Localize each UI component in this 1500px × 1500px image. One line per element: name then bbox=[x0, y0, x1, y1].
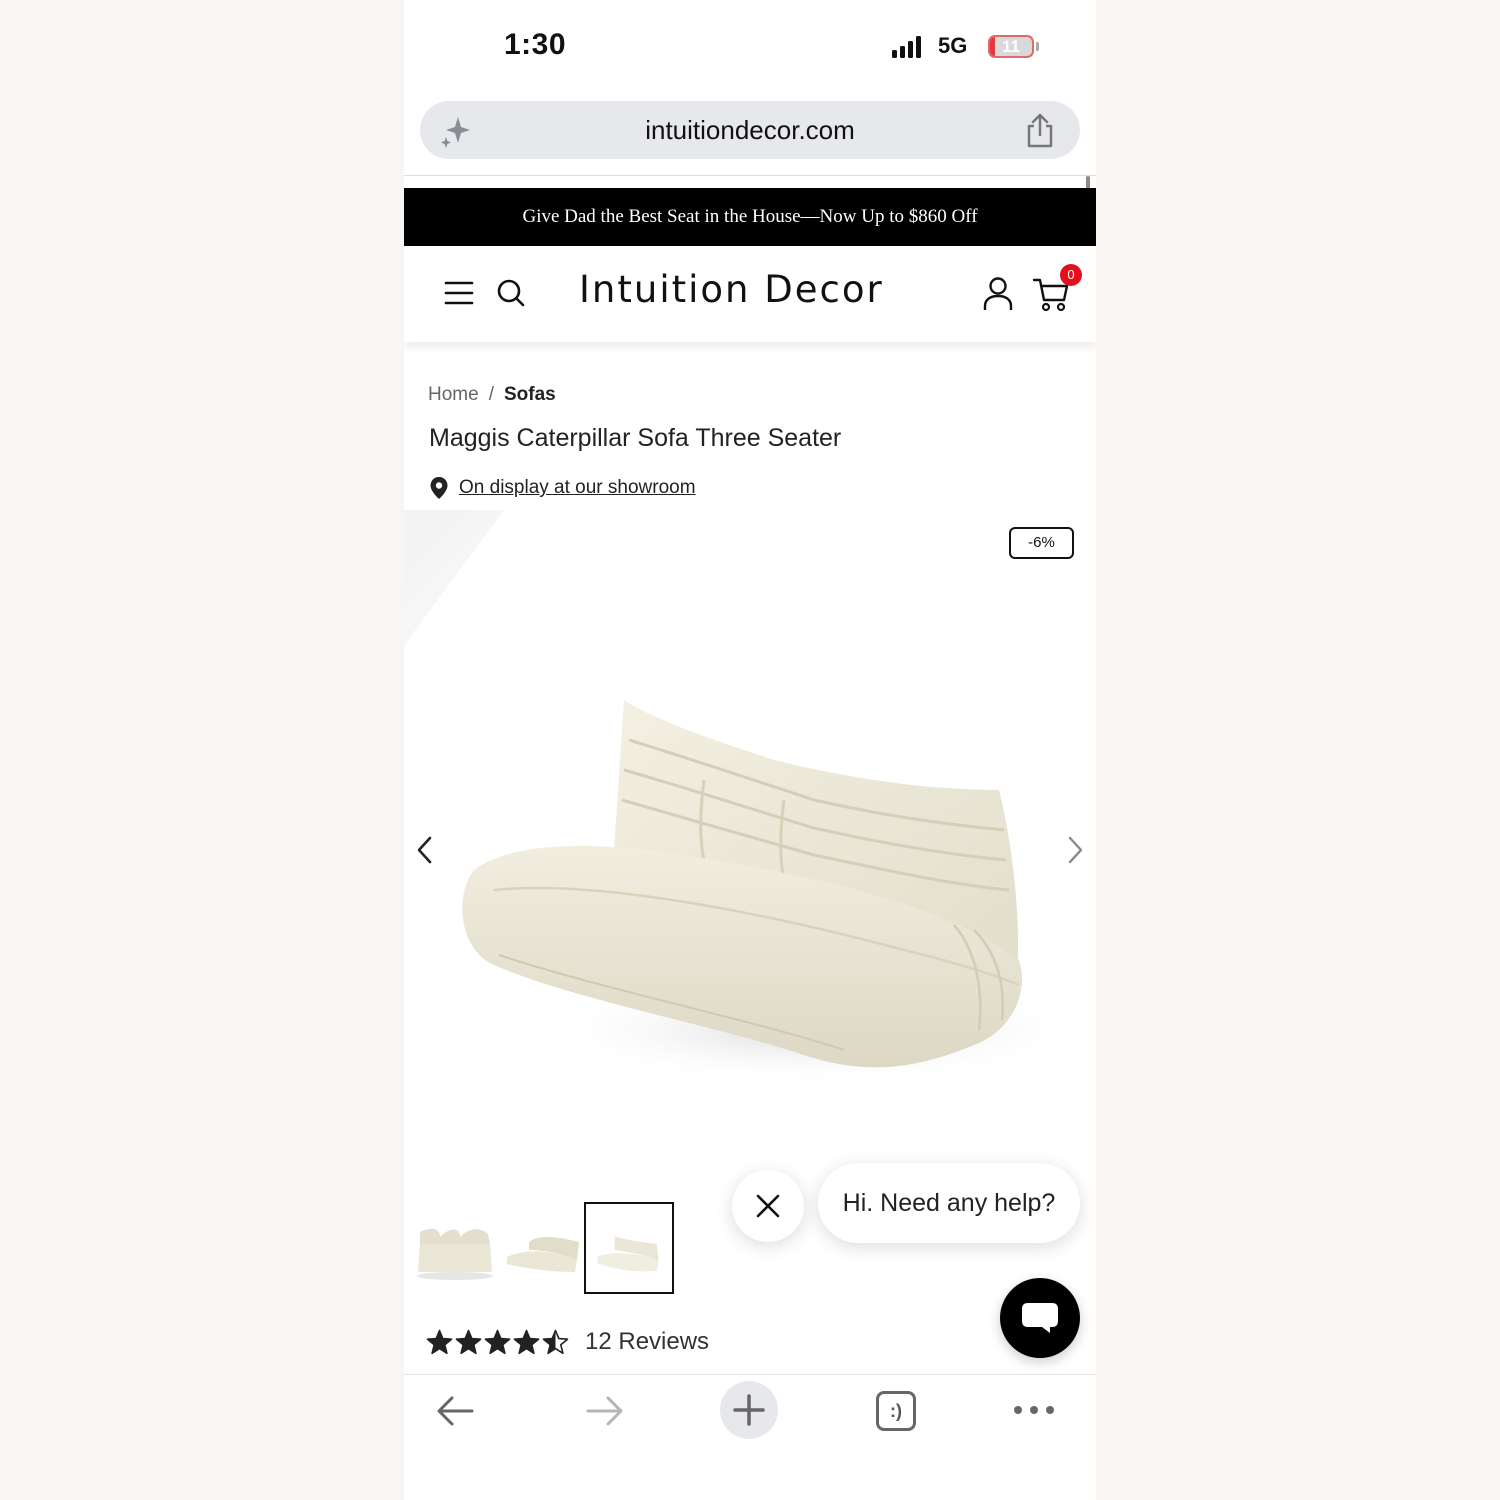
light-ray bbox=[404, 510, 504, 700]
search-icon[interactable] bbox=[496, 278, 526, 308]
cart-count-badge: 0 bbox=[1060, 264, 1082, 286]
product-gallery[interactable]: -6% bbox=[404, 510, 1096, 1190]
signal-icon bbox=[892, 36, 921, 58]
breadcrumb-separator: / bbox=[488, 384, 494, 405]
star-rating bbox=[426, 1329, 569, 1356]
site-header: Intuition Decor 0 bbox=[404, 246, 1096, 342]
url-bar[interactable]: intuitiondecor.com bbox=[420, 101, 1080, 159]
product-title: Maggis Caterpillar Sofa Three Seater bbox=[429, 424, 842, 452]
chevron-left-icon[interactable] bbox=[414, 835, 436, 865]
rating-row[interactable]: 12 Reviews bbox=[426, 1328, 709, 1356]
url-text[interactable]: intuitiondecor.com bbox=[420, 115, 1080, 146]
star-full-icon bbox=[484, 1329, 511, 1354]
sofa-image bbox=[462, 700, 1054, 1085]
breadcrumb: Home / Sofas bbox=[428, 384, 556, 406]
chat-bubble[interactable]: Hi. Need any help? bbox=[818, 1163, 1080, 1243]
battery-nub bbox=[1036, 42, 1039, 51]
hamburger-menu-icon[interactable] bbox=[444, 280, 474, 306]
star-half-icon bbox=[542, 1329, 569, 1354]
more-options-icon[interactable] bbox=[1012, 1401, 1056, 1419]
thumbnail-1[interactable] bbox=[410, 1202, 500, 1294]
status-time: 1:30 bbox=[504, 28, 567, 61]
battery-text: 11 bbox=[1002, 37, 1020, 56]
site-logo[interactable]: Intuition Decor bbox=[579, 268, 884, 311]
promo-text: Give Dad the Best Seat in the House—Now … bbox=[522, 206, 978, 227]
star-full-icon bbox=[455, 1329, 482, 1354]
plus-icon bbox=[733, 1394, 765, 1426]
browser-toolbar: :) bbox=[404, 1374, 1096, 1500]
thumbnail-2[interactable] bbox=[499, 1202, 589, 1294]
close-icon bbox=[756, 1194, 780, 1218]
thumbnail-3-selected[interactable] bbox=[584, 1202, 674, 1294]
discount-badge: -6% bbox=[1009, 527, 1074, 559]
battery-icon: 11 bbox=[988, 35, 1034, 58]
promo-banner[interactable]: Give Dad the Best Seat in the House—Now … bbox=[404, 188, 1096, 246]
showroom-link[interactable]: On display at our showroom bbox=[459, 477, 696, 499]
location-pin-icon bbox=[430, 477, 448, 499]
review-count[interactable]: 12 Reviews bbox=[585, 1328, 709, 1356]
back-arrow-icon[interactable] bbox=[436, 1393, 476, 1429]
account-icon[interactable] bbox=[982, 276, 1014, 312]
chat-close-button[interactable] bbox=[732, 1170, 804, 1242]
new-tab-button[interactable] bbox=[720, 1381, 778, 1439]
tabs-button[interactable]: :) bbox=[876, 1391, 916, 1431]
showroom-row: On display at our showroom bbox=[429, 476, 696, 500]
chevron-right-icon[interactable] bbox=[1064, 835, 1086, 865]
share-icon[interactable] bbox=[1024, 113, 1056, 149]
chat-bubble-text: Hi. Need any help? bbox=[842, 1188, 1056, 1217]
forward-arrow-icon[interactable] bbox=[584, 1393, 624, 1429]
breadcrumb-home[interactable]: Home bbox=[428, 384, 479, 405]
breadcrumb-current[interactable]: Sofas bbox=[504, 384, 556, 405]
star-full-icon bbox=[513, 1329, 540, 1354]
network-label: 5G bbox=[938, 33, 968, 58]
phone-screen: 1:30 5G 11 intuitiondecor.com Give Dad t… bbox=[404, 0, 1096, 1500]
divider bbox=[404, 175, 1096, 176]
chat-launcher-button[interactable] bbox=[1000, 1278, 1080, 1358]
chat-icon bbox=[1022, 1303, 1058, 1333]
star-full-icon bbox=[426, 1329, 453, 1354]
